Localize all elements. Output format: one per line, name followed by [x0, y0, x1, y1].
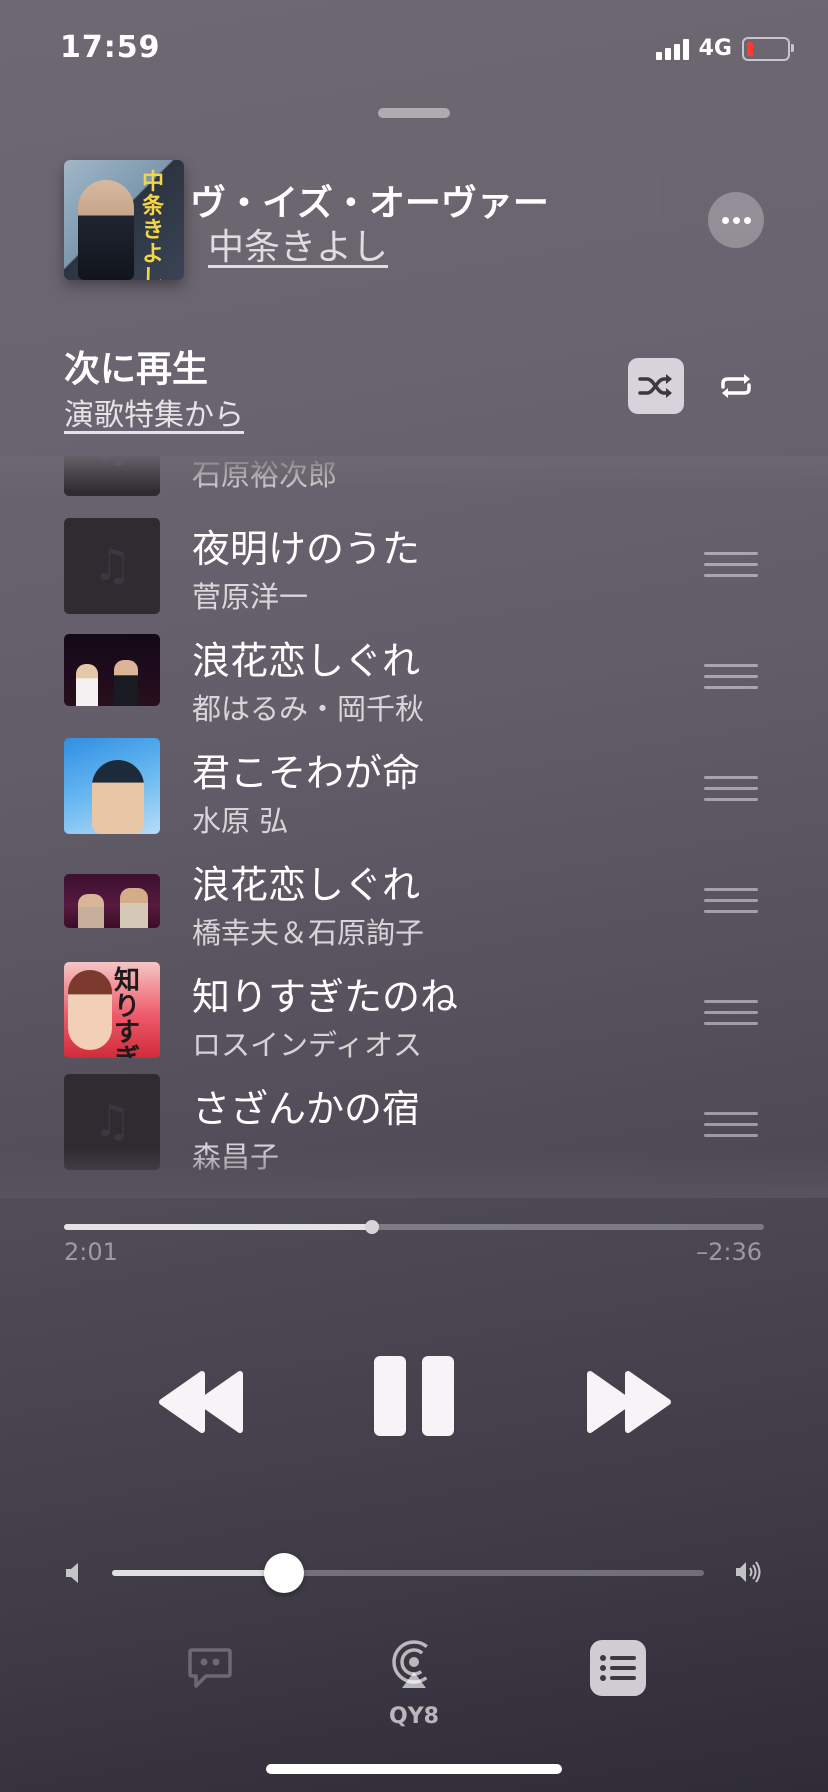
track-artwork: [64, 874, 160, 928]
track-title: 夜明けのうた: [192, 527, 421, 571]
reorder-handle-icon[interactable]: [704, 664, 758, 692]
track-artwork: [64, 1074, 160, 1170]
home-indicator[interactable]: [266, 1764, 562, 1774]
up-next-source-link[interactable]: 演歌特集から: [64, 390, 244, 434]
track-title: さざんかの宿: [192, 1087, 421, 1131]
repeat-icon: [721, 374, 751, 398]
track-artist: 都はるみ・岡千秋: [192, 692, 425, 726]
artwork-text: 知りすぎ: [114, 966, 141, 1058]
up-next-heading: 次に再生: [64, 349, 209, 390]
reorder-handle-icon[interactable]: [704, 1112, 758, 1140]
list-item[interactable]: 浪花恋しぐれ 都はるみ・岡千秋: [0, 630, 828, 742]
lyrics-icon: [188, 1648, 232, 1688]
list-item[interactable]: 石原裕次郎: [0, 456, 828, 512]
sheet-grabber[interactable]: [378, 108, 450, 118]
track-artist: 橋幸夫＆石原詢子: [192, 916, 425, 950]
playback-scrubber[interactable]: [64, 1220, 764, 1234]
track-artist: 森昌子: [192, 1140, 280, 1174]
pause-icon: [374, 1356, 406, 1436]
list-item[interactable]: さざんかの宿 森昌子: [0, 1074, 828, 1190]
track-artist: 菅原洋一: [192, 580, 309, 614]
elapsed-time: 2:01: [64, 1238, 118, 1266]
artwork-figure: [78, 180, 134, 280]
track-artist: ロスインディオス: [192, 1028, 422, 1062]
track-artwork: [64, 634, 160, 706]
track-title: 知りすぎたのね: [192, 975, 459, 1019]
now-playing-title: ヴ・イズ・オーヴァー: [190, 174, 660, 220]
playback-progress-fill: [64, 1224, 372, 1230]
status-time: 17:59: [60, 30, 161, 65]
reorder-handle-icon[interactable]: [704, 888, 758, 916]
shuffle-icon: [638, 374, 672, 398]
more-options-button[interactable]: [708, 192, 764, 248]
lyrics-button[interactable]: [186, 1644, 234, 1692]
pause-button[interactable]: [374, 1356, 454, 1440]
airplay-icon: [392, 1640, 436, 1688]
shuffle-button[interactable]: [628, 358, 684, 414]
track-artist: 石原裕次郎: [192, 458, 338, 492]
volume-knob[interactable]: [263, 1553, 304, 1593]
track-title: 浪花恋しぐれ: [192, 863, 421, 907]
now-playing-artist-link[interactable]: 中条きよし: [208, 218, 388, 270]
reorder-handle-icon[interactable]: [704, 552, 758, 580]
track-artwork: 知りすぎ: [64, 962, 160, 1058]
track-artwork: [64, 456, 160, 496]
airplay-device-label: QY8: [389, 1704, 439, 1729]
playback-scrubber-knob[interactable]: [365, 1220, 379, 1234]
list-item[interactable]: 知りすぎ 知りすぎたのね ロスインディオス: [0, 962, 828, 1078]
network-type: 4G: [698, 36, 732, 61]
list-item[interactable]: 夜明けのうた 菅原洋一: [0, 518, 828, 630]
ellipsis-icon: [721, 216, 729, 224]
fast-forward-icon: [587, 1371, 671, 1433]
track-artwork: [64, 518, 160, 614]
volume-min-icon: [64, 1560, 82, 1590]
list-item[interactable]: 君こそわが命 水原 弘: [0, 738, 828, 854]
track-artist: 水原 弘: [192, 804, 289, 838]
status-indicators: 4G: [655, 36, 794, 61]
volume-max-icon: [734, 1558, 764, 1590]
track-title: 浪花恋しぐれ: [192, 639, 421, 683]
repeat-button[interactable]: [708, 358, 764, 414]
artwork-text: 中条きよし: [142, 169, 165, 280]
fast-forward-button[interactable]: [578, 1362, 678, 1442]
list-item[interactable]: 浪花恋しぐれ 橋幸夫＆石原詢子: [0, 854, 828, 966]
reorder-handle-icon[interactable]: [704, 1000, 758, 1028]
up-next-list[interactable]: 石原裕次郎 夜明けのうた 菅原洋一 浪花恋しぐれ 都はるみ・岡千秋 君こそわが命…: [0, 456, 828, 1198]
queue-list-icon: [600, 1655, 636, 1681]
volume-fill: [112, 1570, 284, 1576]
reorder-handle-icon[interactable]: [704, 776, 758, 804]
track-title: 君こそわが命: [192, 751, 421, 795]
volume-slider[interactable]: [112, 1553, 704, 1593]
track-artwork: [64, 738, 160, 834]
battery-icon: [742, 36, 794, 61]
airplay-button[interactable]: [390, 1640, 438, 1692]
rewind-button[interactable]: [152, 1362, 252, 1442]
now-playing-title-text: ヴ・イズ・オーヴァー: [190, 183, 549, 220]
queue-button[interactable]: [590, 1640, 646, 1696]
signal-icon: [655, 38, 689, 60]
rewind-icon: [159, 1371, 243, 1433]
now-playing-artwork[interactable]: 中条きよし: [64, 160, 184, 280]
remaining-time: –2:36: [696, 1238, 762, 1266]
